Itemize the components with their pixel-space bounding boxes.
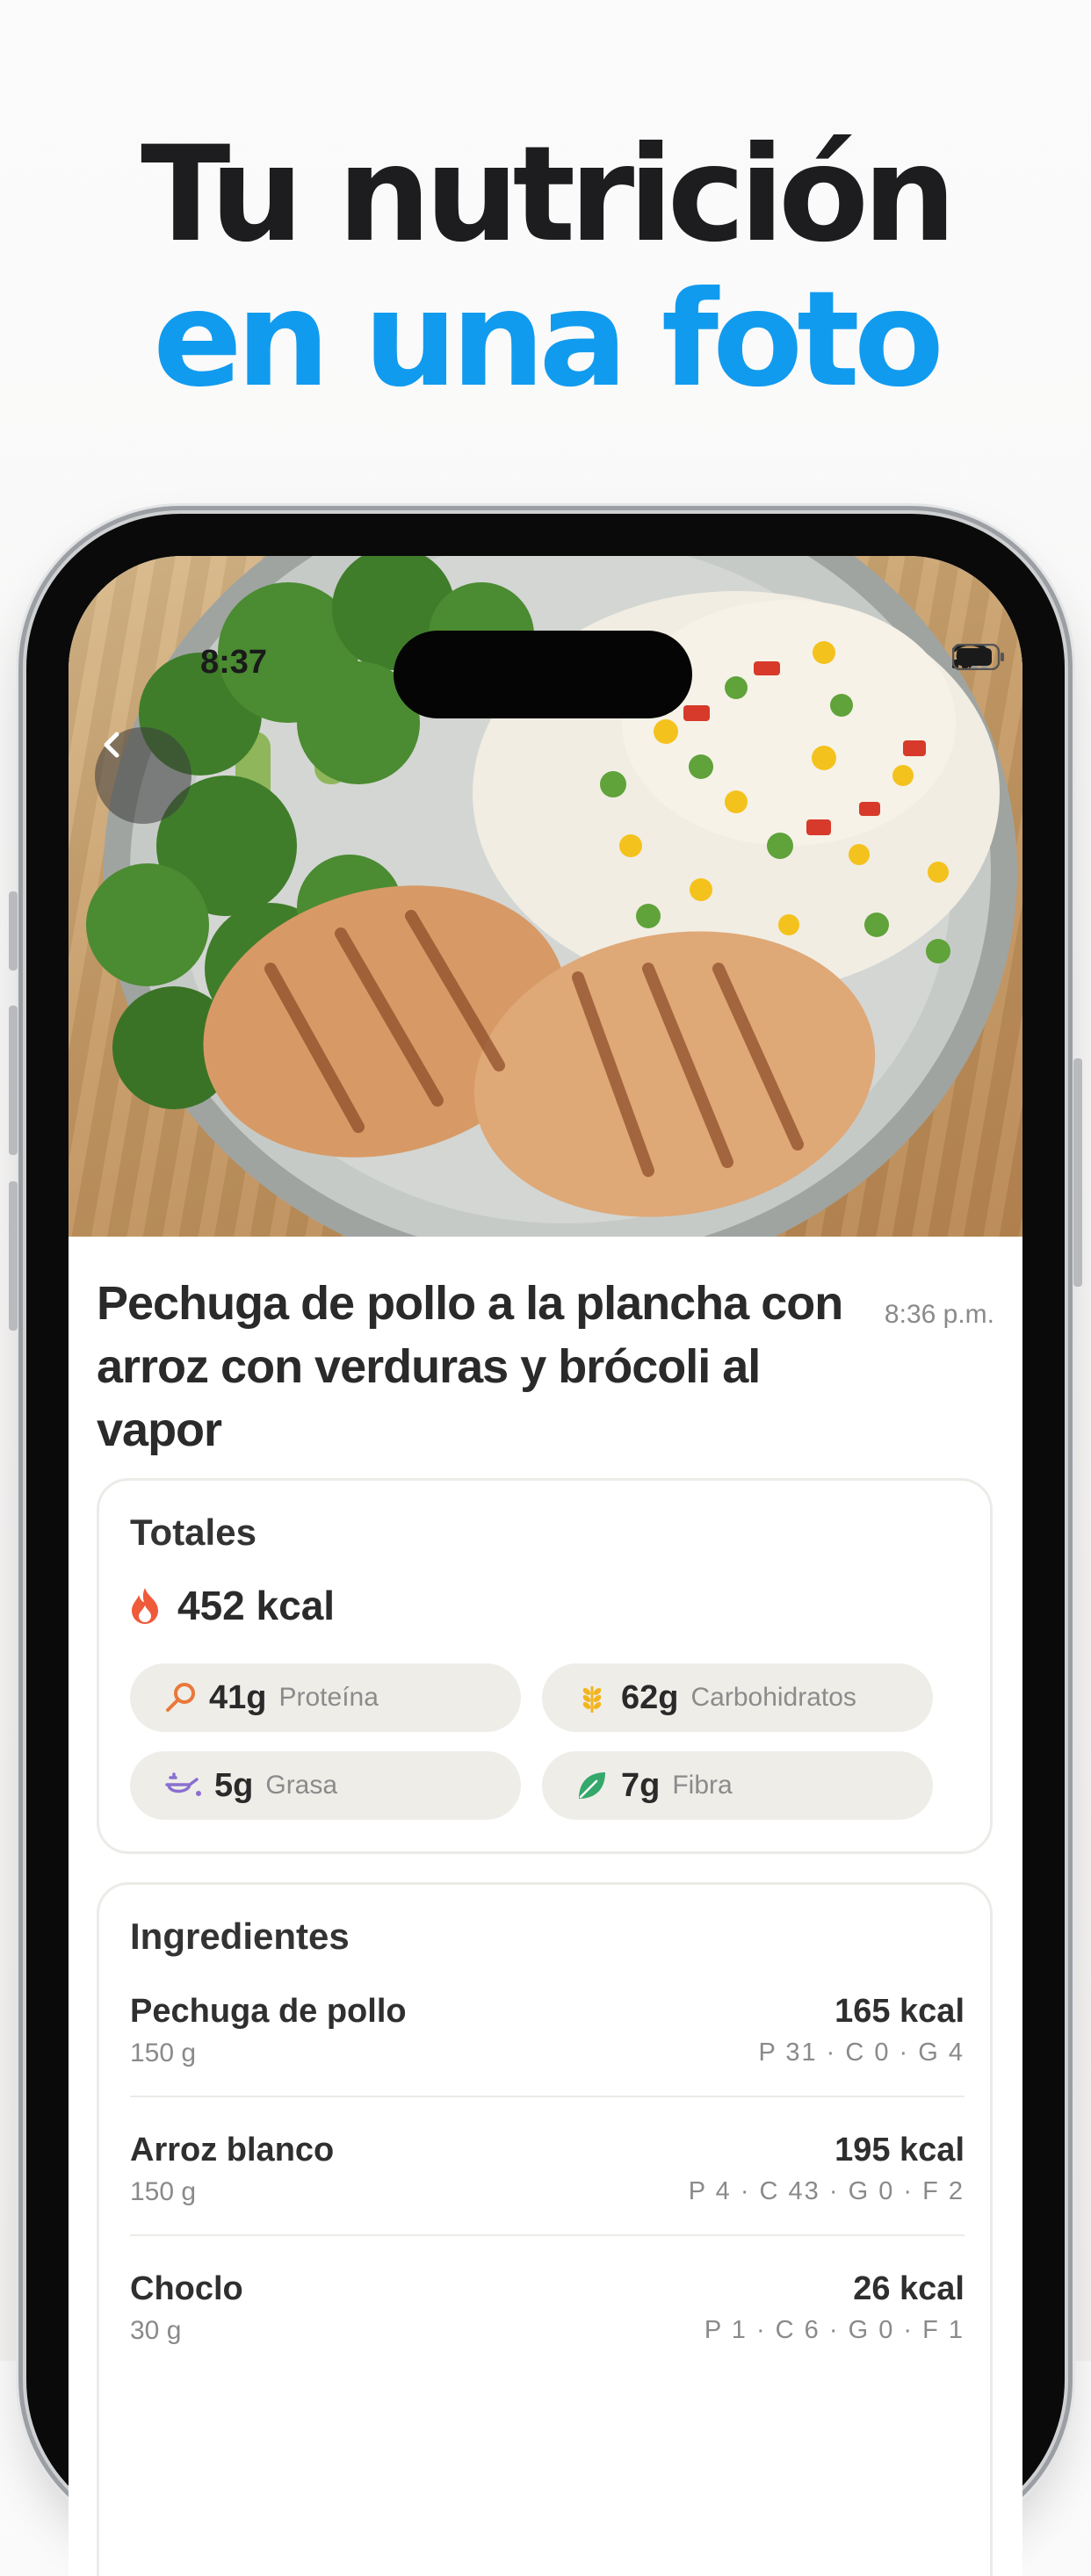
action-button: [9, 891, 18, 971]
totals-title: Totales: [130, 1512, 256, 1553]
ingredient-kcal: 195 kcal: [835, 2132, 965, 2168]
ingredient-kcal: 165 kcal: [835, 1993, 965, 2030]
meal-photo: 8:37: [69, 556, 1022, 1237]
ingredient-name: Choclo: [130, 2270, 243, 2307]
ingredient-name: Arroz blanco: [130, 2132, 335, 2168]
ingredient-quantity: 150 g: [130, 2038, 197, 2067]
meal-time: 8:36 p.m.: [884, 1300, 994, 1329]
ingredient-quantity: 150 g: [130, 2177, 197, 2206]
macro-fat-value: 5g: [214, 1766, 254, 1804]
app-screen: 8:37 Pechuga de pollo a la plancha con a…: [69, 556, 1022, 2576]
chevron-left-icon: [104, 732, 119, 758]
ingredient-macros: P 31 · C 0 · G 4: [758, 2038, 965, 2067]
ingredient-quantity: 30 g: [130, 2316, 182, 2345]
ingredients-title: Ingredientes: [130, 1916, 350, 1957]
totals-card: Totales 452 kcal 41g Proteína 62g Carboh…: [97, 1478, 993, 1854]
wheat-icon: [582, 1686, 602, 1713]
row-divider: [130, 2234, 965, 2236]
ingredient-row[interactable]: Arroz blanco 150 g 195 kcal P 4 · C 43 ·…: [130, 2132, 965, 2255]
macro-carbs: 62g Carbohidratos: [542, 1663, 933, 1732]
phone-frame: 8:37 Pechuga de pollo a la plancha con a…: [9, 514, 1082, 2576]
row-divider: [130, 2096, 965, 2097]
leaf-icon: [579, 1772, 605, 1799]
dynamic-island: [394, 631, 692, 718]
ingredient-kcal: 26 kcal: [853, 2270, 965, 2307]
back-button[interactable]: [95, 727, 191, 824]
macro-fat: 5g Grasa: [130, 1751, 521, 1820]
flame-icon: [132, 1588, 158, 1624]
macro-fiber: 7g Fibra: [542, 1751, 933, 1820]
macro-protein: 41g Proteína: [130, 1663, 521, 1732]
ingredient-row[interactable]: Choclo 30 g 26 kcal P 1 · C 6 · G 0 · F …: [130, 2270, 965, 2393]
headline: Tu nutrición en una foto: [0, 123, 1091, 413]
oil-drop-icon: [165, 1772, 201, 1796]
meal-detail: Pechuga de pollo a la plancha con arroz …: [69, 1237, 1022, 2576]
macro-protein-label: Proteína: [278, 1683, 379, 1712]
total-kcal-value: 452 kcal: [177, 1583, 336, 1628]
meal-title: Pechuga de pollo a la plancha con arroz …: [97, 1277, 843, 1456]
headline-line-1: Tu nutrición: [141, 119, 957, 271]
volume-up-button: [9, 1006, 18, 1155]
drumstick-icon: [166, 1683, 195, 1712]
macro-protein-value: 41g: [209, 1678, 267, 1716]
macro-fat-label: Grasa: [265, 1771, 338, 1800]
macro-fiber-value: 7g: [621, 1766, 661, 1804]
macro-carbs-label: Carbohidratos: [690, 1683, 856, 1712]
macro-fiber-label: Fibra: [672, 1771, 733, 1800]
ingredient-macros: P 1 · C 6 · G 0 · F 1: [704, 2316, 965, 2344]
ingredient-name: Pechuga de pollo: [130, 1993, 407, 2030]
ingredient-row[interactable]: Pechuga de pollo 150 g 165 kcal P 31 · C…: [130, 1993, 965, 2116]
ingredient-macros: P 4 · C 43 · G 0 · F 2: [688, 2177, 965, 2205]
ingredients-card: Ingredientes Pechuga de pollo 150 g 165 …: [97, 1882, 993, 2576]
battery-icon: [952, 644, 1004, 670]
total-calories: 452 kcal: [130, 1582, 335, 1629]
power-button: [1073, 1058, 1082, 1287]
volume-down-button: [9, 1181, 18, 1331]
macro-carbs-value: 62g: [621, 1678, 679, 1716]
status-time: 8:37: [200, 644, 268, 681]
headline-line-2: en una foto: [153, 263, 944, 416]
